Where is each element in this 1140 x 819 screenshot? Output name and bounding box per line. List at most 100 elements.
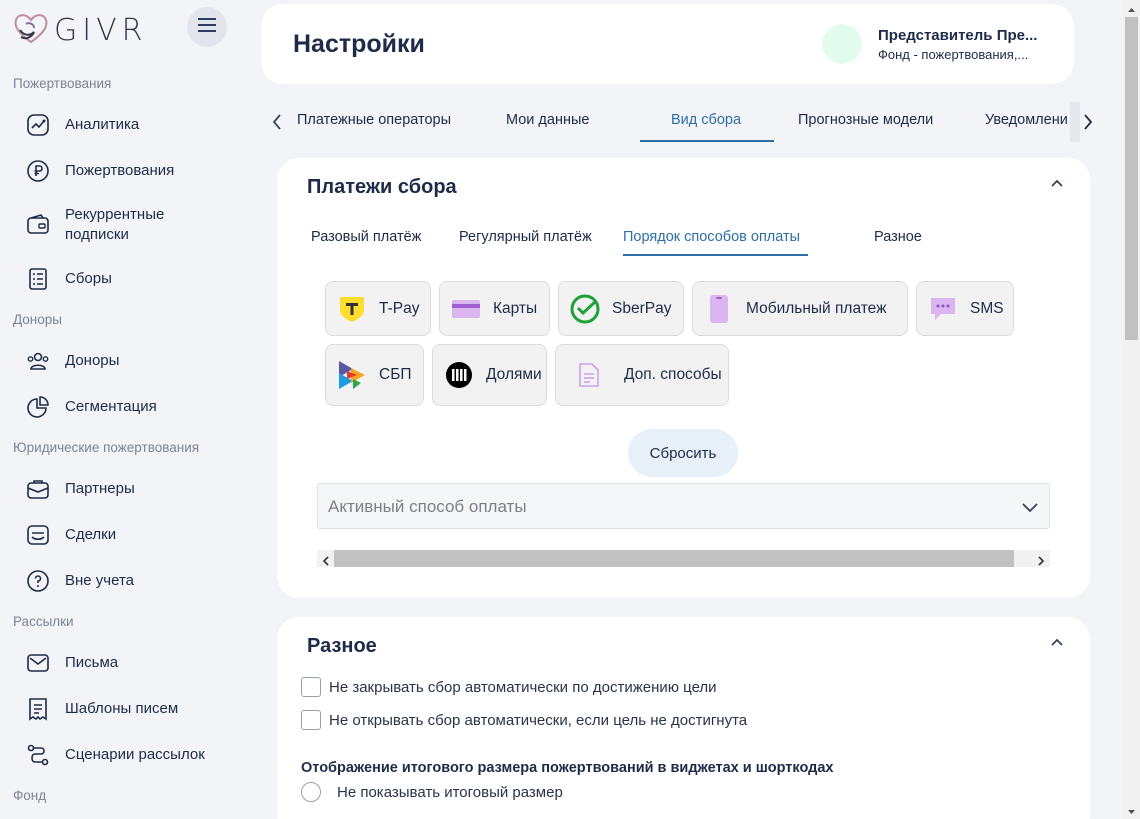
checkbox[interactable] — [301, 710, 321, 730]
checkbox-label: Не открывать сбор автоматически, если це… — [329, 711, 748, 729]
scrollbar-thumb[interactable] — [1125, 17, 1138, 340]
list-icon — [25, 266, 51, 292]
active-tab-indicator — [640, 140, 774, 142]
payment-method-chip[interactable]: SMS — [916, 281, 1014, 336]
payment-method-label: Доп. способы — [624, 366, 722, 383]
card-title: Разное — [307, 635, 377, 657]
sidebar-item-label: Аналитика — [65, 116, 140, 133]
tab-collection-view[interactable]: Вид сбора — [671, 112, 741, 128]
sidebar-item-campaigns[interactable]: Сборы — [25, 266, 112, 292]
section-title-donations: Пожертвования — [13, 76, 112, 91]
logo[interactable]: GIVR — [12, 10, 147, 50]
flow-icon — [25, 742, 51, 768]
tabs-next-arrow-icon[interactable] — [1081, 112, 1095, 137]
payment-method-label: T-Pay — [379, 299, 420, 317]
user-org: Фонд - пожертвования,... — [878, 47, 1029, 62]
radio-button[interactable] — [301, 782, 321, 802]
sidebar-item-recurring[interactable]: Рекуррентные подписки — [25, 205, 195, 245]
section-title-fund: Фонд — [13, 788, 47, 803]
tab-my-data[interactable]: Мои данные — [506, 112, 589, 128]
sbp-icon — [337, 360, 367, 390]
checkbox-row-no-auto-open[interactable]: Не открывать сбор автоматически, если це… — [301, 710, 747, 730]
sidebar-item-label: Шаблоны писем — [65, 700, 179, 717]
pie-chart-icon — [25, 394, 51, 420]
sidebar-item-segmentation[interactable]: Сегментация — [25, 394, 157, 420]
radio-row-hide-total[interactable]: Не показывать итоговый размер — [301, 782, 563, 802]
sidebar-item-label: Сделки — [65, 526, 117, 543]
section-title-mailings: Рассылки — [13, 614, 74, 629]
avatar[interactable] — [822, 24, 862, 64]
misc-card: Разное Не закрывать сбор автоматически п… — [277, 617, 1090, 819]
chevron-up-icon[interactable] — [1050, 635, 1064, 654]
sidebar: GIVR Пожертвования Аналитика Пожертвован… — [0, 0, 245, 819]
card-title: Платежи сбора — [307, 176, 457, 198]
sidebar-item-deals[interactable]: Сделки — [25, 522, 116, 548]
sidebar-item-label: Рекуррентные подписки — [65, 206, 165, 243]
subtab-regular[interactable]: Регулярный платёж — [459, 229, 592, 245]
card-icon — [451, 294, 481, 324]
document-icon — [574, 360, 604, 390]
sidebar-item-off-record[interactable]: Вне учета — [25, 568, 134, 594]
payment-method-chip[interactable]: Карты — [439, 281, 550, 336]
sidebar-item-label: Сборы — [65, 270, 112, 287]
payment-method-chip[interactable]: СБП — [325, 344, 424, 406]
scroll-down-icon[interactable] — [1126, 804, 1137, 815]
sidebar-item-letters[interactable]: Письма — [25, 650, 118, 676]
mobile-icon — [704, 294, 734, 324]
sberpay-icon — [570, 294, 600, 324]
heart-logo-icon — [12, 10, 50, 51]
reset-button[interactable]: Сбросить — [628, 429, 738, 477]
payment-method-chip[interactable]: SberPay — [558, 281, 684, 336]
checkbox-row-no-auto-close[interactable]: Не закрывать сбор автоматически по дости… — [301, 677, 717, 697]
scroll-up-icon[interactable] — [1126, 3, 1137, 14]
scroll-right-icon[interactable] — [1036, 553, 1046, 566]
payment-method-label: Мобильный платеж — [746, 299, 887, 317]
payment-method-label: СБП — [379, 366, 412, 383]
payment-method-label: Карты — [493, 299, 538, 317]
active-payment-method-select[interactable]: Активный способ оплаты — [317, 483, 1050, 529]
scroll-left-icon[interactable] — [321, 553, 331, 566]
payment-method-chip[interactable]: Мобильный платеж — [692, 281, 908, 336]
analytics-icon — [25, 112, 51, 138]
sidebar-item-label: Сценарии рассылок — [65, 746, 205, 763]
vertical-scrollbar[interactable] — [1123, 0, 1140, 819]
payment-method-chip[interactable]: Доп. способы — [555, 344, 729, 406]
dolyami-icon — [444, 360, 474, 390]
checkbox[interactable] — [301, 677, 321, 697]
page-title: Настройки — [293, 30, 425, 58]
sidebar-item-label: Партнеры — [65, 480, 135, 497]
payment-method-label: SMS — [970, 299, 1004, 317]
payment-method-chip[interactable]: Долями — [432, 344, 547, 406]
subtab-misc[interactable]: Разное — [874, 229, 922, 245]
sidebar-item-scenarios[interactable]: Сценарии рассылок — [25, 742, 205, 768]
chevron-up-icon[interactable] — [1050, 176, 1064, 195]
sidebar-item-analytics[interactable]: Аналитика — [25, 112, 139, 138]
scrollbar-thumb[interactable] — [334, 550, 1014, 567]
question-icon — [25, 568, 51, 594]
users-icon — [25, 348, 51, 374]
sidebar-item-donations[interactable]: Пожертвования — [25, 158, 174, 184]
sidebar-item-donors[interactable]: Доноры — [25, 348, 119, 374]
menu-toggle-button[interactable] — [187, 7, 227, 47]
subtab-one-time[interactable]: Разовый платёж — [311, 229, 421, 245]
checkbox-label: Не закрывать сбор автоматически по дости… — [329, 678, 717, 696]
wallet-icon — [25, 212, 51, 238]
tab-payment-operators[interactable]: Платежные операторы — [297, 112, 451, 128]
tabs-prev-arrow-icon[interactable] — [270, 112, 284, 137]
sidebar-item-templates[interactable]: Шаблоны писем — [25, 696, 178, 722]
payment-method-label: SberPay — [612, 299, 672, 317]
section-title-legal: Юридические пожертвования — [13, 440, 200, 455]
deal-icon — [25, 522, 51, 548]
horizontal-scrollbar[interactable] — [317, 550, 1050, 567]
sms-icon — [928, 294, 958, 324]
mail-icon — [25, 650, 51, 676]
payment-method-chip[interactable]: T-Pay — [325, 281, 431, 336]
sidebar-item-partners[interactable]: Партнеры — [25, 476, 135, 502]
sidebar-item-label: Доноры — [65, 352, 120, 369]
tabs-fade — [1070, 102, 1080, 142]
tab-notifications[interactable]: Уведомлени — [985, 112, 1068, 128]
subtab-payment-order[interactable]: Порядок способов оплаты — [623, 229, 800, 245]
tab-forecast-models[interactable]: Прогнозные модели — [798, 112, 933, 128]
payments-card: Платежи сбора Разовый платёж Регулярный … — [277, 158, 1090, 598]
user-name[interactable]: Представитель Пре... — [878, 27, 1037, 44]
